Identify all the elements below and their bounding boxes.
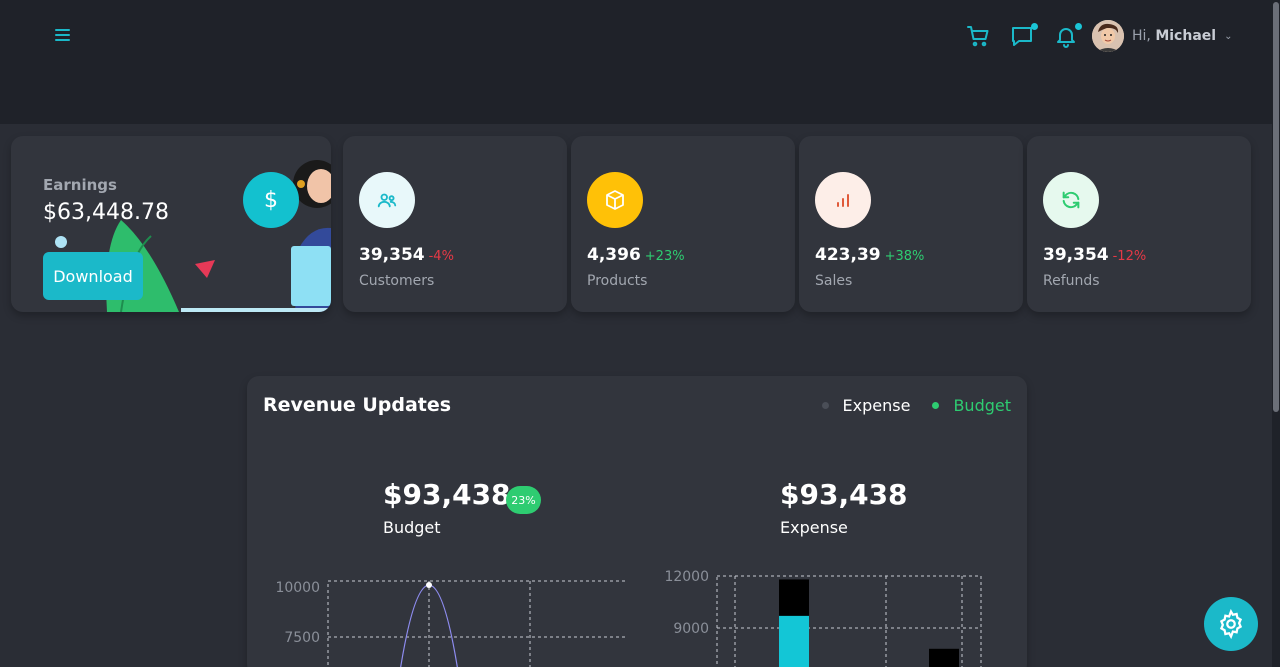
- legend-dot-budget: [932, 402, 940, 409]
- earnings-label: Earnings: [43, 176, 117, 194]
- stat-value: 39,354 -4%: [359, 245, 454, 265]
- budget-value: $93,438: [383, 478, 511, 511]
- stat-card-refunds: 39,354 -12% Refunds: [1027, 136, 1251, 312]
- cart-icon[interactable]: [966, 24, 992, 50]
- expense-bar-1-1: [929, 648, 959, 667]
- stat-change: +23%: [644, 249, 685, 264]
- earnings-value: $63,448.78: [43, 200, 169, 225]
- budget-label: Budget: [383, 518, 441, 537]
- line-chart-frame: [327, 580, 627, 667]
- revenue-card: Revenue Updates Expense Budget $93,438 2…: [247, 376, 1027, 667]
- expense-bar-0-0: [779, 615, 809, 667]
- budget-percent-badge: 23%: [506, 486, 541, 514]
- chevron-down-icon[interactable]: ⌄: [1224, 31, 1232, 42]
- user-menu[interactable]: Hi, Michael ⌄: [1092, 20, 1232, 52]
- stat-value: 39,354 -12%: [1043, 245, 1147, 265]
- stat-label: Products: [587, 273, 648, 289]
- settings-gear-button[interactable]: [1204, 597, 1258, 651]
- bar-chart-icon: [815, 172, 871, 228]
- stat-change: +38%: [884, 249, 925, 264]
- refresh-icon: [1043, 172, 1099, 228]
- expense-bar-chart: 12000 9000: [664, 569, 982, 667]
- chart-legend: Expense Budget: [821, 396, 1011, 415]
- stat-card-products: 4,396 +23% Products: [571, 136, 795, 312]
- y-tick-label: 10000: [275, 580, 320, 596]
- budget-peak-point: [426, 582, 432, 588]
- stat-change: -4%: [428, 249, 454, 264]
- bell-icon[interactable]: [1054, 23, 1082, 50]
- user-name: Michael: [1155, 28, 1217, 44]
- download-button[interactable]: Download: [43, 252, 143, 300]
- scrollbar[interactable]: [1272, 0, 1280, 667]
- scrollbar-thumb[interactable]: [1273, 2, 1279, 412]
- gear-icon: [1219, 609, 1243, 639]
- chat-notification-dot: [1031, 23, 1038, 30]
- legend-dot-expense: [821, 402, 829, 409]
- stat-label: Customers: [359, 273, 435, 289]
- menu-icon[interactable]: [50, 26, 74, 50]
- stat-card-customers: 39,354 -4% Customers: [343, 136, 567, 312]
- legend-budget[interactable]: Budget: [953, 396, 1011, 415]
- stat-value: 4,396 +23%: [587, 245, 685, 265]
- revenue-title: Revenue Updates: [263, 394, 452, 416]
- stat-value: 423,39 +38%: [815, 245, 925, 265]
- earnings-card: Earnings $63,448.78 Download $: [11, 136, 331, 312]
- users-icon: [359, 172, 415, 228]
- dollar-icon: $: [243, 172, 299, 228]
- expense-value: $93,438: [780, 478, 908, 511]
- stat-change: -12%: [1112, 249, 1147, 264]
- y-tick-label: 7500: [284, 630, 320, 646]
- legend-expense[interactable]: Expense: [843, 396, 911, 415]
- user-greeting: Hi, Michael: [1132, 28, 1217, 44]
- y-tick-label: 9000: [673, 621, 709, 637]
- top-header: Hi, Michael ⌄: [0, 0, 1272, 124]
- chat-icon[interactable]: [1010, 23, 1038, 50]
- expense-label: Expense: [780, 518, 848, 537]
- avatar[interactable]: [1092, 20, 1124, 52]
- stat-label: Sales: [815, 273, 853, 289]
- bell-notification-dot: [1075, 23, 1082, 30]
- budget-line-chart: 10000 7500: [275, 580, 627, 667]
- y-tick-label: 12000: [664, 569, 709, 585]
- stat-label: Refunds: [1043, 273, 1100, 289]
- stat-card-sales: 423,39 +38% Sales: [799, 136, 1023, 312]
- box-icon: [587, 172, 643, 228]
